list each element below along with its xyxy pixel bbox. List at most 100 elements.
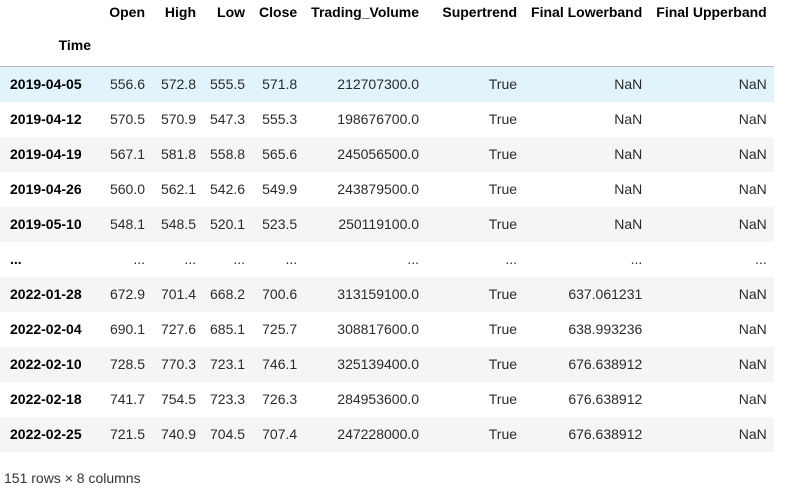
table-cell: NaN xyxy=(738,356,767,372)
table-cell: ... xyxy=(233,251,246,267)
table-cell: 770.3 xyxy=(160,356,196,372)
table-cell: NaN xyxy=(738,391,767,407)
row-index-label: 2019-04-05 xyxy=(10,76,82,93)
table-cell: NaN xyxy=(738,146,767,162)
index-corner xyxy=(0,0,98,24)
table-cell: 567.1 xyxy=(109,146,145,162)
empty-header-cell xyxy=(252,24,305,67)
table-cell: 520.1 xyxy=(210,216,246,232)
row-index-label: 2022-02-18 xyxy=(10,391,82,407)
table-cell: 740.9 xyxy=(160,426,196,442)
table-cell: 565.6 xyxy=(262,146,298,162)
table-cell: NaN xyxy=(738,321,767,337)
column-header-final-upperband: Final Upperband xyxy=(656,4,767,20)
table-cell: NaN xyxy=(738,111,767,127)
column-header-trading-volume: Trading_Volume xyxy=(311,4,420,20)
table-cell: ... xyxy=(133,251,145,267)
table-row: 2022-02-25 721.5 740.9 704.5 707.4 247228000.… xyxy=(0,416,774,452)
row-index-label: 2019-05-10 xyxy=(10,216,82,232)
table-cell: 250119100.0 xyxy=(338,216,420,232)
table-cell: True xyxy=(488,286,518,302)
table-cell: 746.1 xyxy=(262,356,298,372)
table-cell: 556.6 xyxy=(109,76,145,93)
table-cell: 570.5 xyxy=(109,111,145,127)
table-cell: ... xyxy=(630,251,643,267)
table-cell: 245056500.0 xyxy=(337,146,420,162)
table-cell: 548.5 xyxy=(160,216,196,232)
row-index-label: 2022-02-04 xyxy=(10,321,82,337)
table-row: 2022-02-18 741.7 754.5 723.3 726.3 284953600.… xyxy=(0,382,774,417)
table-cell: ... xyxy=(285,251,298,267)
table-cell: 676.638912 xyxy=(568,426,643,442)
table-cell: 707.4 xyxy=(262,426,298,442)
index-name-header: Time xyxy=(0,24,98,67)
table-cell: NaN xyxy=(738,216,767,232)
table-cell: 243879500.0 xyxy=(337,181,420,197)
table-cell: 558.8 xyxy=(210,146,246,162)
table-cell: ... xyxy=(184,251,196,267)
table-cell: 284953600.0 xyxy=(337,391,420,407)
table-row: 2019-04-26 560.0 562.1 542.6 549.9 243879500.… xyxy=(0,172,774,207)
table-cell: NaN xyxy=(614,76,643,93)
column-header-supertrend: Supertrend xyxy=(442,4,518,20)
table-cell: 754.5 xyxy=(160,391,196,407)
table-cell: True xyxy=(488,181,518,197)
table-cell: 728.5 xyxy=(109,356,145,372)
column-header-open: Open xyxy=(109,4,145,20)
empty-header-cell xyxy=(203,24,253,67)
table-cell: 313159100.0 xyxy=(337,286,420,302)
table-cell: 555.5 xyxy=(210,76,246,93)
table-cell: 325139400.0 xyxy=(337,356,420,372)
table-cell: ... xyxy=(755,251,767,267)
table-cell: 725.7 xyxy=(262,321,298,337)
table-cell: 581.8 xyxy=(160,146,196,162)
table-cell: 672.9 xyxy=(109,286,145,302)
dataframe-shape-note: 151 rows × 8 columns xyxy=(4,470,141,486)
table-cell: 638.993236 xyxy=(568,321,643,337)
table-cell: 726.3 xyxy=(262,391,298,407)
row-index-label: 2022-01-28 xyxy=(10,286,82,302)
dataframe-table: Open High Low Close Trading_Volume Super… xyxy=(0,0,774,452)
empty-header-cell xyxy=(152,24,203,67)
table-cell: 637.061231 xyxy=(568,286,643,302)
table-cell: 571.8 xyxy=(262,76,298,93)
table-cell: True xyxy=(488,216,518,232)
table-cell: 741.7 xyxy=(109,391,145,407)
table-cell: True xyxy=(488,391,518,407)
table-row: 2019-05-10 548.1 548.5 520.1 523.5 250119100.… xyxy=(0,206,774,242)
table-cell: 723.1 xyxy=(210,356,246,372)
table-row: ........................... xyxy=(0,242,774,277)
table-cell: True xyxy=(488,76,518,93)
table-cell: NaN xyxy=(738,426,767,442)
table-cell: 212707300.0 xyxy=(337,76,420,93)
row-index-label: 2019-04-26 xyxy=(10,181,82,197)
table-cell: ... xyxy=(505,251,518,267)
empty-header-cell xyxy=(98,24,152,67)
row-index-label: 2022-02-10 xyxy=(10,356,82,372)
table-row: 2019-04-05 556.6 572.8 555.5 571.8 212707300.… xyxy=(0,66,774,102)
table-cell: 549.9 xyxy=(262,181,298,197)
row-index-label: ... xyxy=(10,251,22,267)
table-cell: True xyxy=(488,111,518,127)
table-cell: 523.5 xyxy=(262,216,298,232)
table-cell: 548.1 xyxy=(109,216,145,232)
row-index-label: 2019-04-12 xyxy=(10,111,82,127)
table-cell: 560.0 xyxy=(109,181,145,197)
table-cell: True xyxy=(488,321,518,337)
column-header-low: Low xyxy=(217,4,246,20)
column-header-high: High xyxy=(164,4,196,20)
table-cell: NaN xyxy=(614,181,643,197)
table-cell: 562.1 xyxy=(160,181,196,197)
dataframe-output: Open High Low Close Trading_Volume Super… xyxy=(0,0,774,452)
column-header-final-lowerband: Final Lowerband xyxy=(531,4,643,20)
table-cell: 198676700.0 xyxy=(337,111,420,127)
table-cell: 685.1 xyxy=(210,321,246,337)
table-row: 2022-02-04 690.1 727.6 685.1 725.7 308817600.… xyxy=(0,312,774,347)
table-cell: ... xyxy=(407,251,420,267)
table-cell: NaN xyxy=(614,216,643,232)
empty-header-cell xyxy=(426,24,525,67)
table-cell: NaN xyxy=(738,181,767,197)
table-cell: 701.4 xyxy=(160,286,196,302)
row-index-label: 2019-04-19 xyxy=(10,146,82,162)
table-cell: 547.3 xyxy=(210,111,246,127)
